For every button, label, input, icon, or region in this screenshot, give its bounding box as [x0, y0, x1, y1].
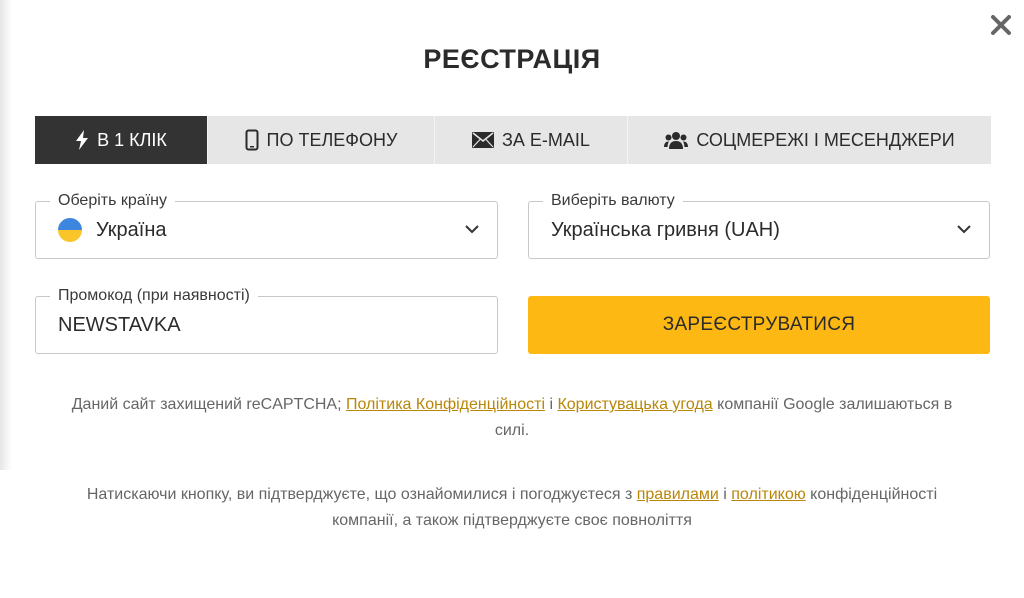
register-button[interactable]: ЗАРЕЄСТРУВАТИСЯ [528, 296, 990, 354]
terms-note: Натискаючи кнопку, ви підтверджуєте, що … [60, 482, 964, 534]
chevron-down-icon [957, 225, 971, 234]
recaptcha-note: Даний сайт захищений reCAPTCHA; Політика… [60, 392, 964, 444]
privacy-link[interactable]: політикою [731, 486, 805, 503]
registration-tabs: В 1 КЛІК ПО ТЕЛЕФОНУ ЗА E-MAIL СОЦМЕРЕЖІ… [35, 116, 991, 164]
tab-email[interactable]: ЗА E-MAIL [434, 116, 627, 164]
tab-label: ПО ТЕЛЕФОНУ [266, 129, 398, 150]
envelope-icon [472, 132, 495, 148]
tab-phone[interactable]: ПО ТЕЛЕФОНУ [207, 116, 434, 164]
lightning-icon [75, 130, 89, 150]
tab-social[interactable]: СОЦМЕРЕЖІ І МЕСЕНДЖЕРИ [627, 116, 991, 164]
tab-label: В 1 КЛІК [97, 129, 167, 150]
close-button[interactable] [986, 10, 1016, 40]
terms-text: і [718, 486, 732, 503]
modal-title: РЕЄСТРАЦІЯ [423, 44, 601, 74]
terms-of-service-link[interactable]: Користувацька угода [557, 396, 712, 413]
tab-one-click[interactable]: В 1 КЛІК [35, 116, 207, 164]
terms-text: Натискаючи кнопку, ви підтверджуєте, що … [86, 486, 637, 503]
ukraine-flag-icon [58, 218, 82, 242]
country-text: Україна [96, 218, 167, 241]
chevron-down-icon [465, 225, 479, 234]
promo-code-field[interactable]: Промокод (при наявності) NEWSTAVKA [35, 287, 498, 354]
currency-value: Українська гривня (UAH) [551, 218, 780, 241]
tab-label: СОЦМЕРЕЖІ І МЕСЕНДЖЕРИ [696, 129, 955, 150]
country-select[interactable]: Оберіть країну Україна [35, 192, 498, 259]
close-icon [991, 15, 1011, 35]
country-value: Україна [58, 202, 167, 258]
rules-link[interactable]: правилами [637, 486, 719, 503]
recaptcha-text: Даний сайт захищений reCAPTCHA; [71, 396, 346, 413]
recaptcha-text: і [545, 396, 558, 413]
currency-select[interactable]: Виберіть валюту Українська гривня (UAH) [528, 192, 990, 259]
phone-icon [245, 129, 259, 151]
users-icon [664, 131, 689, 149]
promo-value: NEWSTAVKA [58, 313, 181, 336]
tab-label: ЗА E-MAIL [502, 129, 590, 150]
privacy-policy-link[interactable]: Політика Конфіденційності [346, 396, 545, 413]
